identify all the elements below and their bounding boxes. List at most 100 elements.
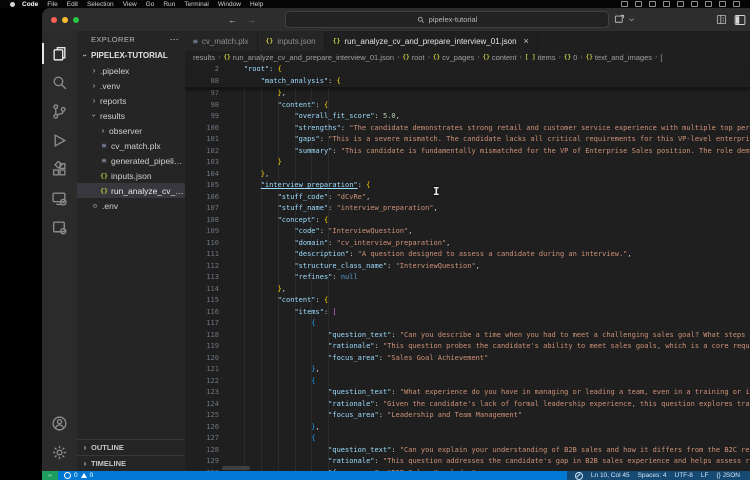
close-window-button[interactable] bbox=[51, 17, 57, 23]
minimize-window-button[interactable] bbox=[62, 17, 68, 23]
zoom-window-button[interactable] bbox=[73, 17, 79, 23]
activitybar-search[interactable] bbox=[42, 68, 77, 97]
menubar-status-icon[interactable] bbox=[635, 1, 642, 7]
breadcrumb-item[interactable]: {}text_and_images bbox=[586, 53, 652, 62]
status-item--json[interactable]: {} JSON bbox=[717, 472, 740, 479]
activitybar-extensions[interactable] bbox=[42, 155, 77, 184]
menubar-status-icon[interactable] bbox=[677, 1, 684, 7]
code-line: 109 "code": "InterviewQuestion", bbox=[185, 226, 750, 238]
activitybar-remote-explorer[interactable] bbox=[42, 184, 77, 213]
explorer-item-observer[interactable]: ›observer bbox=[77, 123, 185, 138]
breadcrumb-item[interactable]: [ ]items bbox=[525, 53, 556, 62]
menu-view[interactable]: View bbox=[123, 1, 137, 8]
menubar-status-icon[interactable] bbox=[705, 1, 712, 7]
menu-file[interactable]: File bbox=[47, 1, 57, 8]
code-line: 116 "items": [ bbox=[185, 307, 750, 319]
activitybar-run-debug[interactable] bbox=[42, 126, 77, 155]
token-punc: , bbox=[627, 250, 631, 258]
breadcrumb-item[interactable]: {}0 bbox=[564, 53, 577, 62]
code-text: } bbox=[227, 157, 750, 169]
explorer-item-generated-pipeline-[interactable]: ≡generated_pipeline_… bbox=[77, 153, 185, 168]
code-text: "items": [ bbox=[227, 307, 750, 319]
breadcrumb-item[interactable]: {}root bbox=[402, 53, 424, 62]
customize-layout-icon[interactable] bbox=[716, 14, 727, 25]
crumb-label: text_and_images bbox=[595, 53, 652, 62]
code-text: "gaps": "This is a severe mismatch. The … bbox=[227, 134, 750, 146]
crumb-label: items bbox=[538, 53, 556, 62]
activitybar-settings[interactable] bbox=[42, 438, 77, 467]
explorer-item-run-analyze-cv-an-[interactable]: {}run_analyze_cv_an… bbox=[77, 183, 185, 198]
line-number: 129 bbox=[185, 456, 227, 468]
menu-terminal[interactable]: Terminal bbox=[184, 1, 209, 8]
activitybar-source-control[interactable] bbox=[42, 97, 77, 126]
do-not-disturb-icon[interactable] bbox=[575, 472, 583, 480]
back-arrow-icon[interactable]: ← bbox=[228, 15, 237, 25]
tab-inputs-json[interactable]: {}inputs.json bbox=[258, 31, 325, 51]
token-str: "This candidate is fundamentally mismatc… bbox=[341, 147, 750, 155]
status-item-ln-10-col-45[interactable]: Ln 10, Col 45 bbox=[591, 472, 630, 479]
tab-run-analyze-cv-and-prepare-interview-01-json[interactable]: {}run_analyze_cv_and_prepare_interview_0… bbox=[325, 31, 538, 51]
menu-edit[interactable]: Edit bbox=[67, 1, 78, 8]
menubar-status-icon[interactable] bbox=[663, 1, 670, 7]
breadcrumb-item[interactable]: {}content bbox=[483, 53, 517, 62]
vscode-window: ← → pipelex-tutorial bbox=[42, 8, 750, 480]
menubar-status-icon[interactable] bbox=[621, 1, 628, 7]
forward-arrow-icon[interactable]: → bbox=[247, 15, 256, 25]
explorer-item-reports[interactable]: ›reports bbox=[77, 93, 185, 108]
token-str: "What experience do you have in managing… bbox=[400, 388, 750, 396]
menubar-status-icon[interactable] bbox=[719, 1, 726, 7]
command-center-search[interactable]: pipelex-tutorial bbox=[285, 11, 609, 28]
activitybar-account[interactable] bbox=[42, 409, 77, 438]
status-item-spaces-4[interactable]: Spaces: 4 bbox=[638, 472, 667, 479]
explorer-item--pipelex[interactable]: ›.pipelex bbox=[77, 63, 185, 78]
toggle-sidebar-icon[interactable] bbox=[734, 14, 746, 26]
token-str: "Given the candidate's lack of formal le… bbox=[383, 400, 750, 408]
tab-cv-match-plx[interactable]: ≡cv_match.plx bbox=[185, 31, 258, 51]
menubar-status-icon[interactable] bbox=[649, 1, 656, 7]
explorer-item--venv[interactable]: ›.venv bbox=[77, 78, 185, 93]
more-actions-icon[interactable]: ⋯ bbox=[170, 34, 179, 45]
outline-panel-header[interactable]: › OUTLINE bbox=[77, 439, 185, 455]
file-icon: ≡ bbox=[99, 156, 109, 165]
menu-selection[interactable]: Selection bbox=[87, 1, 114, 8]
horizontal-scrollbar[interactable] bbox=[222, 466, 250, 470]
code-editor[interactable]: 2 "root": {88 "match_analysis": { 97 },9… bbox=[185, 63, 750, 471]
explorer-tree: ›PIPELEX-TUTORIAL›.pipelex›.venv›reports… bbox=[77, 48, 185, 213]
menu-run[interactable]: Run bbox=[163, 1, 175, 8]
menu-go[interactable]: Go bbox=[146, 1, 155, 8]
menu-help[interactable]: Help bbox=[250, 1, 263, 8]
explorer-item-results[interactable]: ›results bbox=[77, 108, 185, 123]
explorer-item-pipelex-tutorial[interactable]: ›PIPELEX-TUTORIAL bbox=[77, 48, 185, 63]
apple-logo-icon[interactable] bbox=[10, 2, 15, 7]
menubar-status-icon[interactable] bbox=[691, 1, 698, 7]
code-line: 113 "refines": null bbox=[185, 272, 750, 284]
gear-icon bbox=[51, 444, 68, 461]
activitybar-containers[interactable] bbox=[42, 213, 77, 242]
breadcrumb-item[interactable]: {}cv_pages bbox=[433, 53, 474, 62]
activitybar-explorer[interactable] bbox=[42, 39, 77, 68]
code-line: 115 "content": { bbox=[185, 295, 750, 307]
token-key: "question_text" bbox=[328, 331, 391, 339]
explorer-item--env[interactable]: ⚙.env bbox=[77, 198, 185, 213]
status-item-utf-8[interactable]: UTF-8 bbox=[675, 472, 693, 479]
remote-indicator[interactable]: ›‹ bbox=[42, 471, 58, 480]
chevron-down-icon[interactable] bbox=[628, 16, 635, 23]
token-key: "focus_area" bbox=[328, 354, 379, 362]
timeline-panel-header[interactable]: › TIMELINE bbox=[77, 455, 185, 471]
menubar-status-icon[interactable] bbox=[733, 1, 740, 7]
breadcrumb-item[interactable]: results bbox=[193, 53, 215, 62]
line-number: 130 bbox=[185, 468, 227, 472]
explorer-item-inputs-json[interactable]: {}inputs.json bbox=[77, 168, 185, 183]
explorer-item-cv-match-plx[interactable]: ≡cv_match.plx bbox=[77, 138, 185, 153]
problems-indicator[interactable]: 0 0 bbox=[58, 472, 93, 479]
token-br3: { bbox=[311, 319, 315, 327]
close-icon[interactable]: × bbox=[524, 36, 529, 46]
status-item-lf[interactable]: LF bbox=[701, 472, 709, 479]
symbol-icon: {} bbox=[586, 54, 593, 61]
menu-code[interactable]: Code bbox=[22, 1, 38, 8]
breadcrumb-item[interactable]: {}run_analyze_cv_and_prepare_interview_0… bbox=[223, 53, 394, 62]
token-key: "rationale" bbox=[328, 400, 374, 408]
breadcrumb-item[interactable]: [ bbox=[660, 53, 662, 62]
new-window-icon[interactable] bbox=[614, 14, 625, 25]
menu-window[interactable]: Window bbox=[218, 1, 241, 8]
